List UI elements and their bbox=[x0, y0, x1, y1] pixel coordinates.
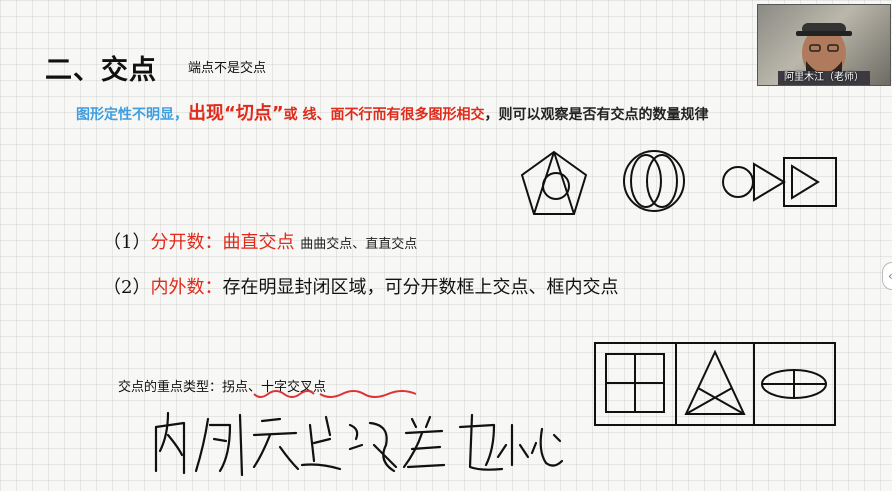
intro-dark-text: ，则可以观察是否有交点的数量规律 bbox=[484, 107, 709, 123]
item-1-num: （1） bbox=[103, 232, 151, 253]
slide-subtitle: 端点不是交点 bbox=[188, 61, 267, 76]
item-1-highlight: 曲直交点 bbox=[222, 232, 295, 253]
item-2-num: （2） bbox=[103, 277, 151, 298]
double-ellipse-figure bbox=[623, 150, 685, 212]
intro-red-text: 或 线、面不行而有很多图形相交 bbox=[283, 107, 485, 123]
item-2-label: 内外数： bbox=[150, 277, 223, 298]
intro-blue-text: 图形定性不明显， bbox=[76, 107, 188, 123]
handwriting-annotation bbox=[154, 411, 564, 477]
pentagon-circle-figure bbox=[520, 150, 588, 215]
intro-line: 图形定性不明显，出现“切点”或 线、面不行而有很多图形相交，则可以观察是否有交点… bbox=[76, 99, 709, 125]
circle-triangle-square-figure bbox=[722, 157, 837, 207]
item-1: （1）分开数：曲直交点 曲曲交点、直直交点 bbox=[103, 228, 417, 254]
slide-title: 二、交点 bbox=[45, 55, 157, 86]
item-1-label: 分开数： bbox=[150, 232, 223, 253]
teacher-webcam-overlay[interactable]: 阿里木江（老师） bbox=[757, 4, 891, 86]
item-1-note: 曲曲交点、直直交点 bbox=[300, 237, 418, 252]
intro-red-emphasis: 出现“切点” bbox=[188, 103, 284, 124]
teacher-name-label: 阿里木江（老师） bbox=[784, 72, 864, 83]
three-box-figure bbox=[594, 342, 836, 426]
chevron-left-icon[interactable]: ‹ bbox=[882, 262, 892, 290]
item-2-text: 存在明显封闭区域，可分开数框上交点、框内交点 bbox=[222, 277, 619, 298]
item-2: （2）内外数：存在明显封闭区域，可分开数框上交点、框内交点 bbox=[103, 273, 618, 299]
key-types-prefix: 交点的重点类型： bbox=[118, 380, 223, 395]
red-underline-annotation bbox=[253, 390, 417, 398]
